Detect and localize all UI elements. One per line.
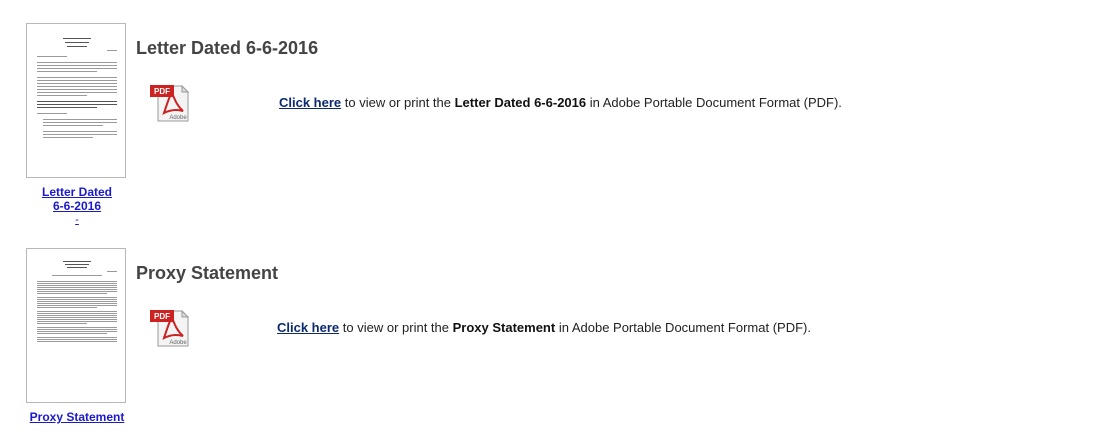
- proxy-thumbnail-link[interactable]: Proxy Statement: [26, 410, 128, 424]
- letter-description: Click here to view or print the Letter D…: [279, 95, 842, 110]
- proxy-title: Proxy Statement: [136, 263, 279, 283]
- letter-title: Letter Dated 6-6-2016: [136, 38, 319, 58]
- proxy-thumbnail[interactable]: [26, 248, 126, 403]
- letter-thumbnail-link[interactable]: Letter Dated 6-6-2016: [37, 185, 117, 213]
- letter-click-here-link[interactable]: Click here: [279, 95, 341, 110]
- pdf-badge-text: PDF: [154, 87, 170, 96]
- thumb-label-line1: Letter Dated: [41, 185, 112, 199]
- adobe-label: Adobe: [169, 340, 187, 346]
- desc-doc-name: Proxy Statement: [452, 320, 556, 335]
- desc-text-end: in Adobe Portable Document Format (PDF).: [586, 95, 842, 110]
- pdf-icon[interactable]: PDF Adobe: [150, 83, 190, 123]
- page: { "documents": [ { "title": "Letter Date…: [0, 0, 1108, 447]
- pdf-badge-text: PDF: [154, 312, 170, 321]
- proxy-click-here-link[interactable]: Click here: [277, 320, 339, 335]
- thumb-label-line2: 6-6-2016: [52, 199, 102, 213]
- desc-text-middle: to view or print the: [341, 95, 455, 110]
- thumbnail-column: Proxy Statement: [26, 248, 128, 424]
- pdf-icon[interactable]: PDF Adobe: [150, 308, 190, 348]
- proxy-description: Click here to view or print the Proxy St…: [277, 320, 811, 335]
- letter-thumbnail-dash-link[interactable]: -: [26, 215, 128, 226]
- adobe-label: Adobe: [169, 115, 187, 121]
- letter-thumbnail[interactable]: [26, 23, 126, 178]
- desc-text-end: in Adobe Portable Document Format (PDF).: [555, 320, 811, 335]
- desc-text-middle: to view or print the: [339, 320, 453, 335]
- thumbnail-column: Letter Dated 6-6-2016 -: [26, 23, 128, 226]
- desc-doc-name: Letter Dated 6-6-2016: [454, 95, 587, 110]
